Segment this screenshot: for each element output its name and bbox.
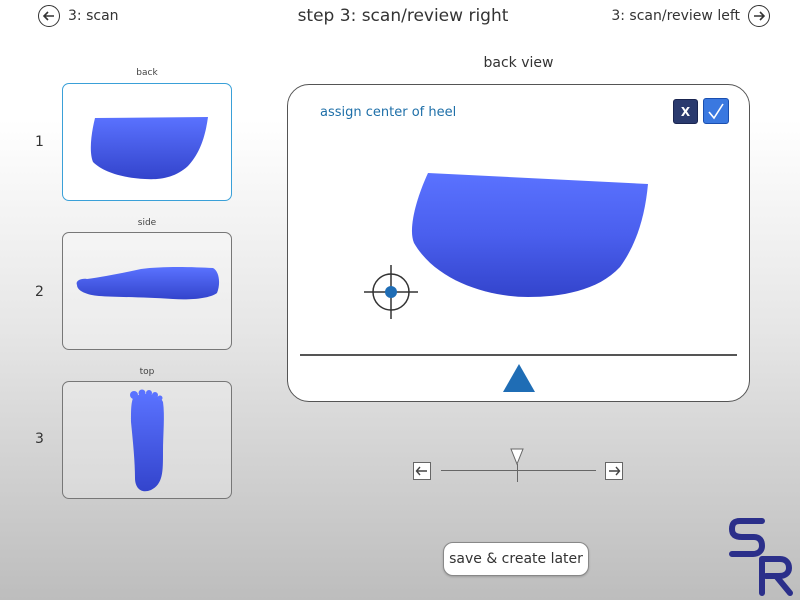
save-button-label: save & create later — [449, 551, 583, 567]
slider-center-tick — [517, 464, 518, 482]
slider-track[interactable] — [441, 470, 596, 471]
forward-nav-label: 3: scan/review left — [611, 8, 740, 24]
crosshair-marker[interactable] — [362, 263, 420, 321]
arrow-left-icon — [415, 466, 427, 476]
reference-line[interactable] — [300, 354, 737, 356]
thumbnail-label-back: back — [136, 68, 158, 78]
thumbnail-number-2: 2 — [35, 284, 44, 300]
thumbnail-side-view[interactable] — [62, 232, 232, 350]
checkmark-icon — [708, 103, 724, 120]
slider-thumb[interactable] — [510, 448, 524, 466]
thumbnail-number-3: 3 — [35, 431, 44, 447]
instruction-prompt: assign center of heel — [320, 105, 457, 120]
foot-back-thumbnail-image — [90, 117, 208, 180]
thumbnail-label-top: top — [139, 367, 155, 377]
arrow-right-circle-icon — [748, 5, 770, 27]
arrow-right-icon — [609, 466, 621, 476]
sr-logo — [728, 518, 793, 596]
thumbnail-number-1: 1 — [35, 134, 44, 150]
slider-left-button[interactable] — [413, 462, 431, 480]
slider-right-button[interactable] — [605, 462, 623, 480]
thumbnail-back-view[interactable] — [62, 83, 232, 201]
cancel-button[interactable]: X — [673, 99, 698, 124]
foot-back-view-image — [411, 173, 648, 297]
confirm-button[interactable] — [703, 98, 729, 124]
view-title: back view — [483, 55, 554, 71]
triangle-up-marker-icon[interactable] — [500, 361, 538, 395]
save-create-later-button[interactable]: save & create later — [443, 542, 589, 576]
foot-side-thumbnail-image — [76, 267, 220, 300]
thumbnail-top-view[interactable] — [62, 381, 232, 499]
main-view-panel: assign center of heel X — [287, 84, 750, 402]
foot-top-thumbnail-image — [130, 389, 164, 492]
forward-nav-button[interactable]: 3: scan/review left — [611, 5, 770, 27]
thumbnail-label-side: side — [137, 218, 157, 228]
cancel-button-label: X — [680, 104, 691, 119]
